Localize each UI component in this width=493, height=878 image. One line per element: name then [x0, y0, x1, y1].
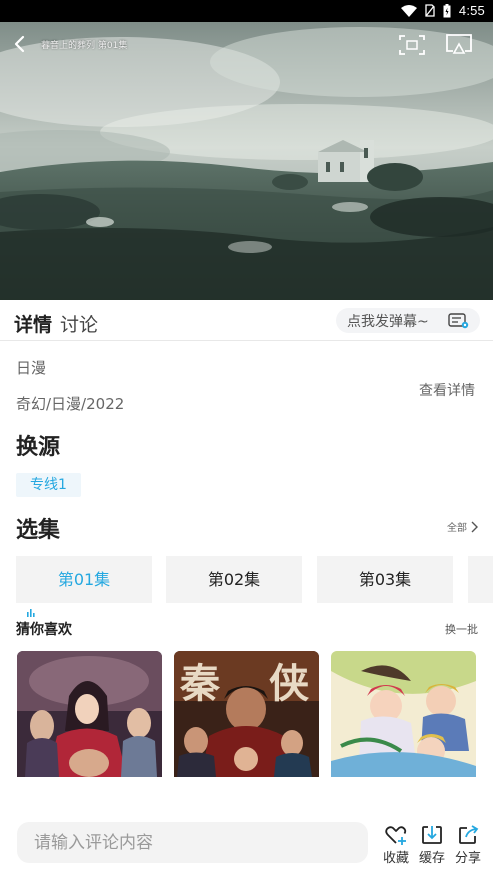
recommend-poster-2[interactable]: 秦 侠: [174, 651, 319, 777]
all-episodes-label: 全部: [447, 523, 467, 534]
video-player[interactable]: 暮音上的葬列 第01集: [0, 22, 493, 300]
share-label: 分享: [454, 851, 481, 866]
cache-button[interactable]: 缓存: [417, 824, 447, 866]
favorite-label: 收藏: [382, 851, 409, 866]
view-details-link[interactable]: 查看详情: [419, 380, 475, 400]
wifi-icon: [400, 4, 417, 17]
episodes-heading: 选集: [16, 518, 61, 543]
pip-icon[interactable]: [398, 34, 426, 56]
episode-label: 第02集: [207, 570, 261, 589]
no-sim-icon: [425, 4, 435, 17]
episode-label: 第01集: [57, 570, 111, 589]
playing-icon: [27, 588, 35, 617]
status-time: 4:55: [458, 3, 485, 18]
source-heading: 换源: [16, 435, 61, 460]
danmaku-placeholder: 点我发弹幕~: [347, 314, 429, 330]
recommend-poster-3[interactable]: [331, 651, 476, 777]
refresh-recommend-link[interactable]: 换一批: [445, 621, 478, 637]
source-chip-selected[interactable]: 专线1: [16, 473, 81, 497]
svg-text:侠: 侠: [269, 660, 310, 707]
comment-input[interactable]: [17, 822, 368, 863]
cast-icon[interactable]: [444, 32, 474, 56]
episode-item-4[interactable]: [468, 556, 493, 603]
recommend-heading: 猜你喜欢: [16, 622, 72, 638]
tab-details[interactable]: 详情: [14, 310, 52, 337]
video-title: 暮音上的葬列 第01集: [41, 41, 128, 51]
download-icon: [420, 824, 444, 846]
svg-text:秦: 秦: [180, 660, 220, 707]
episode-item-2[interactable]: 第02集: [166, 556, 302, 603]
episode-item-1[interactable]: 第01集: [16, 556, 152, 617]
favorite-button[interactable]: 收藏: [381, 824, 411, 866]
episode-label: 第03集: [358, 570, 412, 589]
recommend-poster-1[interactable]: [17, 651, 162, 777]
favorite-icon: [384, 824, 408, 846]
status-bar: 4:55: [0, 0, 493, 22]
episode-item-3[interactable]: 第03集: [317, 556, 453, 603]
detail-tabs: 详情 讨论 点我发弹幕~: [0, 300, 493, 341]
danmaku-settings-icon[interactable]: [448, 313, 470, 329]
back-icon[interactable]: [10, 34, 30, 54]
chevron-right-icon: [471, 521, 478, 533]
share-button[interactable]: 分享: [453, 824, 483, 866]
all-episodes-link[interactable]: 全部: [447, 519, 478, 534]
genres-label: 奇幻/日漫/2022: [16, 395, 125, 413]
danmaku-input[interactable]: 点我发弹幕~: [336, 308, 480, 333]
tab-discuss[interactable]: 讨论: [60, 310, 98, 337]
cache-label: 缓存: [418, 851, 445, 866]
battery-icon: [443, 3, 451, 18]
share-icon: [456, 824, 480, 846]
region-label: 日漫: [16, 359, 47, 377]
